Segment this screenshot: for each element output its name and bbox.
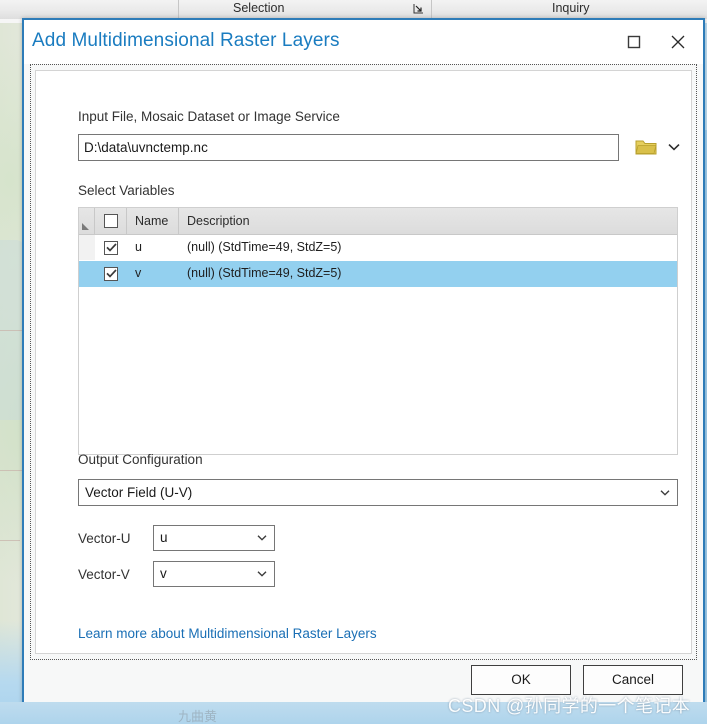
- map-road: [0, 470, 22, 471]
- select-all-checkbox-cell[interactable]: [95, 208, 127, 234]
- row-variable-description: (null) (StdTime=49, StdZ=5): [187, 240, 342, 254]
- output-configuration-value: Vector Field (U-V): [85, 485, 193, 500]
- dialog-launcher-icon[interactable]: [413, 3, 424, 14]
- watermark: CSDN @孙同学的一个笔记本: [448, 696, 691, 716]
- input-file-field[interactable]: [78, 134, 619, 161]
- dialog-titlebar: Add Multidimensional Raster Layers: [24, 20, 703, 64]
- output-configuration-select[interactable]: Vector Field (U-V): [78, 479, 678, 506]
- learn-more-link[interactable]: Learn more about Multidimensional Raster…: [78, 626, 377, 641]
- row-variable-name: v: [135, 266, 142, 280]
- row-variable-description: (null) (StdTime=49, StdZ=5): [187, 266, 342, 280]
- close-icon[interactable]: [663, 27, 693, 57]
- vector-v-select[interactable]: v: [153, 561, 275, 587]
- row-checkbox-cell[interactable]: [95, 261, 127, 286]
- table-corner-cell[interactable]: [79, 208, 95, 234]
- cancel-button[interactable]: Cancel: [583, 665, 683, 695]
- row-variable-name: u: [135, 240, 142, 254]
- column-header-description[interactable]: Description: [179, 208, 677, 234]
- column-header-name[interactable]: Name: [127, 208, 179, 234]
- table-row[interactable]: v (null) (StdTime=49, StdZ=5): [79, 261, 677, 287]
- sort-triangle-icon: [82, 223, 89, 230]
- variables-table-header: Name Description: [79, 208, 677, 235]
- folder-icon[interactable]: [633, 135, 659, 159]
- input-file-label: Input File, Mosaic Dataset or Image Serv…: [78, 109, 340, 124]
- chevron-down-icon: [257, 535, 267, 542]
- row-selector-cell[interactable]: [79, 235, 95, 260]
- output-configuration-label: Output Configuration: [78, 452, 203, 467]
- dialog-title: Add Multidimensional Raster Layers: [32, 30, 340, 51]
- map-road: [0, 330, 24, 331]
- screen-root: Selection Inquiry Add Multidimensional R…: [0, 0, 707, 724]
- row-checkbox[interactable]: [104, 240, 118, 255]
- table-row[interactable]: u (null) (StdTime=49, StdZ=5): [79, 235, 677, 261]
- select-all-checkbox[interactable]: [103, 214, 118, 228]
- dialog-content-panel: Input File, Mosaic Dataset or Image Serv…: [35, 70, 692, 654]
- row-checkbox[interactable]: [104, 266, 118, 281]
- ribbon-group-inquiry[interactable]: Inquiry: [552, 1, 590, 15]
- vector-u-label: Vector-U: [78, 531, 131, 546]
- ribbon-group-selection[interactable]: Selection: [233, 1, 284, 15]
- row-selector-cell[interactable]: [79, 261, 95, 286]
- chevron-down-icon: [660, 489, 670, 496]
- map-place-label: 九曲黄: [178, 709, 218, 724]
- ribbon-separator: [431, 0, 432, 19]
- row-checkbox-cell[interactable]: [95, 235, 127, 260]
- add-multidimensional-raster-layers-dialog: Add Multidimensional Raster Layers Input…: [22, 18, 705, 710]
- chevron-down-icon: [257, 571, 267, 578]
- maximize-icon[interactable]: [619, 27, 649, 57]
- vector-u-value: u: [160, 530, 168, 545]
- ribbon-separator: [178, 0, 179, 19]
- ok-button[interactable]: OK: [471, 665, 571, 695]
- vector-u-select[interactable]: u: [153, 525, 275, 551]
- vector-v-value: v: [160, 566, 167, 581]
- select-variables-label: Select Variables: [78, 183, 175, 198]
- vector-v-label: Vector-V: [78, 567, 130, 582]
- input-file-dropdown-icon[interactable]: [665, 137, 683, 157]
- ribbon-strip: Selection Inquiry: [0, 0, 707, 20]
- variables-table[interactable]: Name Description u (null) (StdTime=49, S…: [78, 207, 678, 455]
- map-road: [0, 540, 20, 541]
